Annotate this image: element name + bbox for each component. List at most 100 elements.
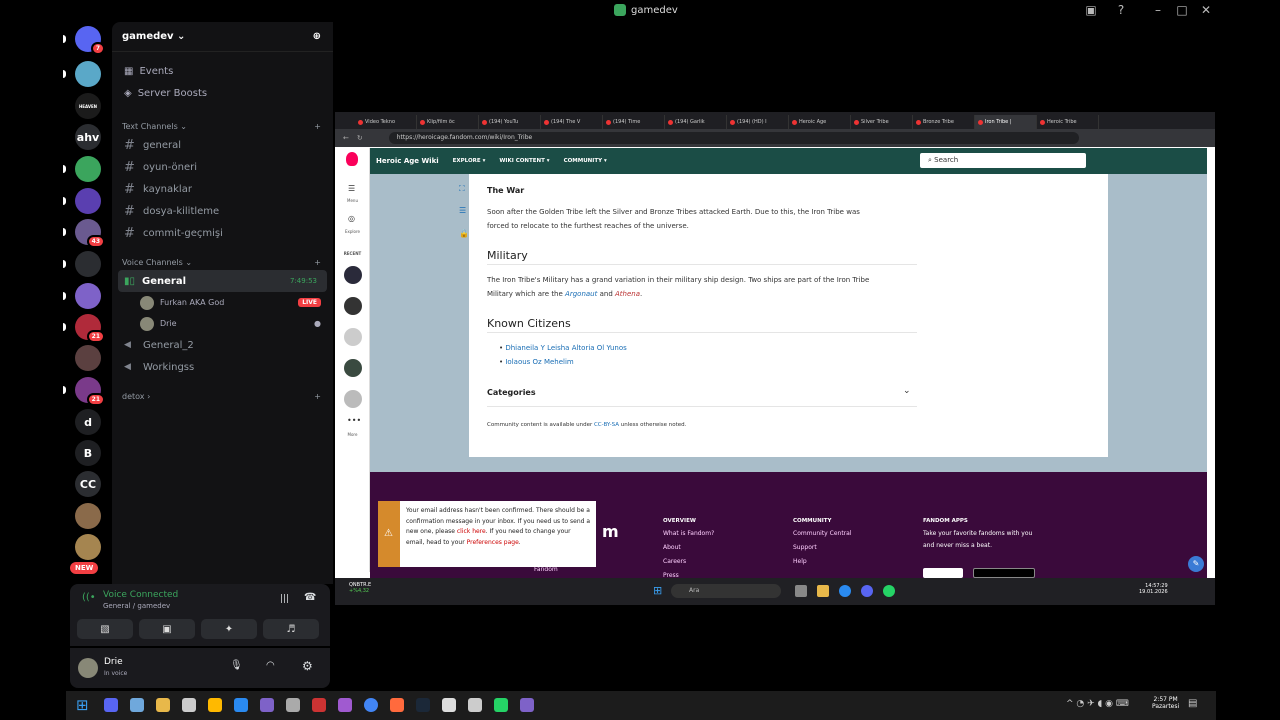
community-menu[interactable]: COMMUNITY ▾ [564, 158, 607, 164]
fullscreen-icon[interactable]: ⛶ [459, 184, 465, 194]
voice-channel[interactable]: ◀ Workingss [112, 356, 333, 378]
license-link[interactable]: CC-BY-SA [594, 422, 619, 428]
community-link-3[interactable]: Help [793, 558, 807, 565]
overview-link-1[interactable]: What is Fandom? [663, 530, 714, 537]
community-link-1[interactable]: Community Central [793, 530, 851, 537]
recent-wiki-5[interactable] [344, 390, 362, 408]
browser-tab[interactable]: (194) (HD) I [727, 115, 789, 129]
discord-icon[interactable] [861, 585, 873, 597]
server-icon[interactable]: 7 [75, 26, 105, 55]
overview-link-2[interactable]: About [663, 544, 681, 551]
server-icon[interactable] [75, 251, 101, 277]
microphone-icon[interactable]: 🎙 [230, 660, 243, 671]
server-icon[interactable] [75, 283, 101, 309]
reload-icon[interactable]: ↻ [357, 134, 363, 142]
file-explorer-icon[interactable] [156, 698, 170, 712]
server-icon[interactable] [75, 534, 101, 560]
whatsapp-icon[interactable] [494, 698, 508, 712]
server-icon[interactable]: HEAVEN [75, 93, 101, 119]
url-field[interactable]: https://heroicage.fandom.com/wiki/Iron_T… [388, 132, 1079, 144]
explore-menu[interactable]: EXPLORE ▾ [453, 158, 486, 164]
inner-clock[interactable]: 14:57:29 19.01.2026 [1139, 583, 1168, 595]
server-icon[interactable] [75, 61, 101, 87]
events-item[interactable]: ▦ Events [112, 60, 333, 82]
user-avatar[interactable] [78, 658, 98, 678]
text-channel[interactable]: # kaynaklar [112, 178, 333, 200]
overview-link-3[interactable]: Careers [663, 558, 686, 565]
argonaut-link[interactable]: Argonaut [565, 290, 597, 298]
chrome-alt-icon[interactable] [234, 698, 248, 712]
text-channel[interactable]: # commit-geçmişi [112, 222, 333, 244]
wiki-search[interactable]: ⌕ Search [920, 153, 1086, 168]
server-icon[interactable]: d [75, 409, 101, 435]
add-channel-icon[interactable]: + [314, 258, 321, 267]
steam-icon[interactable] [416, 698, 430, 712]
server-icon[interactable]: 21 [75, 314, 105, 343]
wiki-content-menu[interactable]: WIKI CONTENT ▾ [499, 158, 549, 164]
fandom-link[interactable]: Fandom [534, 566, 558, 573]
task-view-icon[interactable] [795, 585, 807, 597]
preferences-link[interactable]: Preferences page [467, 539, 519, 546]
server-icon[interactable]: 43 [75, 219, 105, 248]
windows-start-icon[interactable]: ⊞ [653, 584, 662, 597]
app-icon[interactable] [390, 698, 404, 712]
fandom-logo[interactable] [346, 152, 358, 166]
browser-tab[interactable]: (194) The V [541, 115, 603, 129]
text-channel[interactable]: # dosya-kilitleme [112, 200, 333, 222]
server-icon[interactable] [75, 156, 101, 182]
voice-user[interactable]: Furkan AKA God LIVE [112, 292, 333, 313]
browser-tab[interactable]: Heroic Tribe [1037, 115, 1099, 129]
github-icon[interactable] [520, 698, 534, 712]
app-icon[interactable] [260, 698, 274, 712]
chrome-icon[interactable] [364, 698, 378, 712]
text-channel[interactable]: # oyun-öneri [112, 156, 333, 178]
server-icon[interactable] [75, 503, 101, 529]
browser-tab[interactable]: (194) Garlik [665, 115, 727, 129]
browser-tab[interactable]: Klip/film öc [417, 115, 479, 129]
categories-heading[interactable]: Categories [487, 388, 536, 397]
camera-button[interactable]: ▧ [77, 619, 133, 639]
app-icon[interactable] [182, 698, 196, 712]
app-icon[interactable] [468, 698, 482, 712]
settings-icon[interactable]: ⚙ [302, 659, 313, 673]
voice-channel[interactable]: ◀ General_2 [112, 334, 333, 356]
click-here-link[interactable]: click here [457, 528, 486, 535]
server-icon[interactable]: CC [75, 471, 101, 497]
text-channel[interactable]: # general [112, 134, 333, 156]
browser-tab[interactable]: Bronze Tribe [913, 115, 975, 129]
copilot-icon[interactable] [130, 698, 144, 712]
headphones-icon[interactable]: ◠ [266, 660, 275, 671]
voice-user[interactable]: Drie ● [112, 313, 333, 334]
stock-widget[interactable]: QNBTR.E +%4,32 [349, 582, 371, 594]
file-explorer-icon[interactable] [817, 585, 829, 597]
text-channels-category[interactable]: Text Channels ⌄ + [112, 118, 333, 134]
edit-icon[interactable]: ✎ [1188, 556, 1204, 572]
close-button[interactable]: ✕ [1198, 3, 1214, 17]
lock-icon[interactable]: 🔒 [459, 229, 469, 238]
wiki-title[interactable]: Heroic Age Wiki [376, 157, 439, 165]
app-icon[interactable] [208, 698, 222, 712]
activities-button[interactable]: ✦ [201, 619, 257, 639]
server-icon[interactable] [75, 345, 101, 371]
soundboard-button[interactable]: ♬ [263, 619, 319, 639]
voice-channels-category[interactable]: Voice Channels ⌄ + [112, 254, 333, 270]
compass-icon[interactable]: ◎ [348, 214, 355, 223]
google-play-badge[interactable] [923, 568, 963, 578]
citizen-link-2[interactable]: Iolaous Oz Mehelim [505, 358, 573, 366]
athena-link[interactable]: Athena [615, 290, 640, 298]
add-channel-icon[interactable]: + [314, 392, 321, 401]
recent-wiki-1[interactable] [344, 266, 362, 284]
clock[interactable]: 2:57 PM Pazartesi [1152, 696, 1179, 710]
screen-share-button[interactable]: ▣ [139, 619, 195, 639]
app-store-badge[interactable] [973, 568, 1035, 578]
discord-icon[interactable] [104, 698, 118, 712]
browser-tab[interactable]: Heroic Age [789, 115, 851, 129]
more-icon[interactable]: ••• [347, 416, 361, 425]
server-icon[interactable]: 21 [75, 377, 105, 406]
inbox-icon[interactable]: ▣ [1083, 3, 1099, 17]
server-header[interactable]: gamedev ⌄ ⊕ [112, 22, 333, 52]
add-member-icon[interactable]: ⊕ [313, 31, 321, 42]
edge-icon[interactable] [839, 585, 851, 597]
app-icon[interactable] [286, 698, 300, 712]
browser-tab[interactable]: Video Tekno [355, 115, 417, 129]
